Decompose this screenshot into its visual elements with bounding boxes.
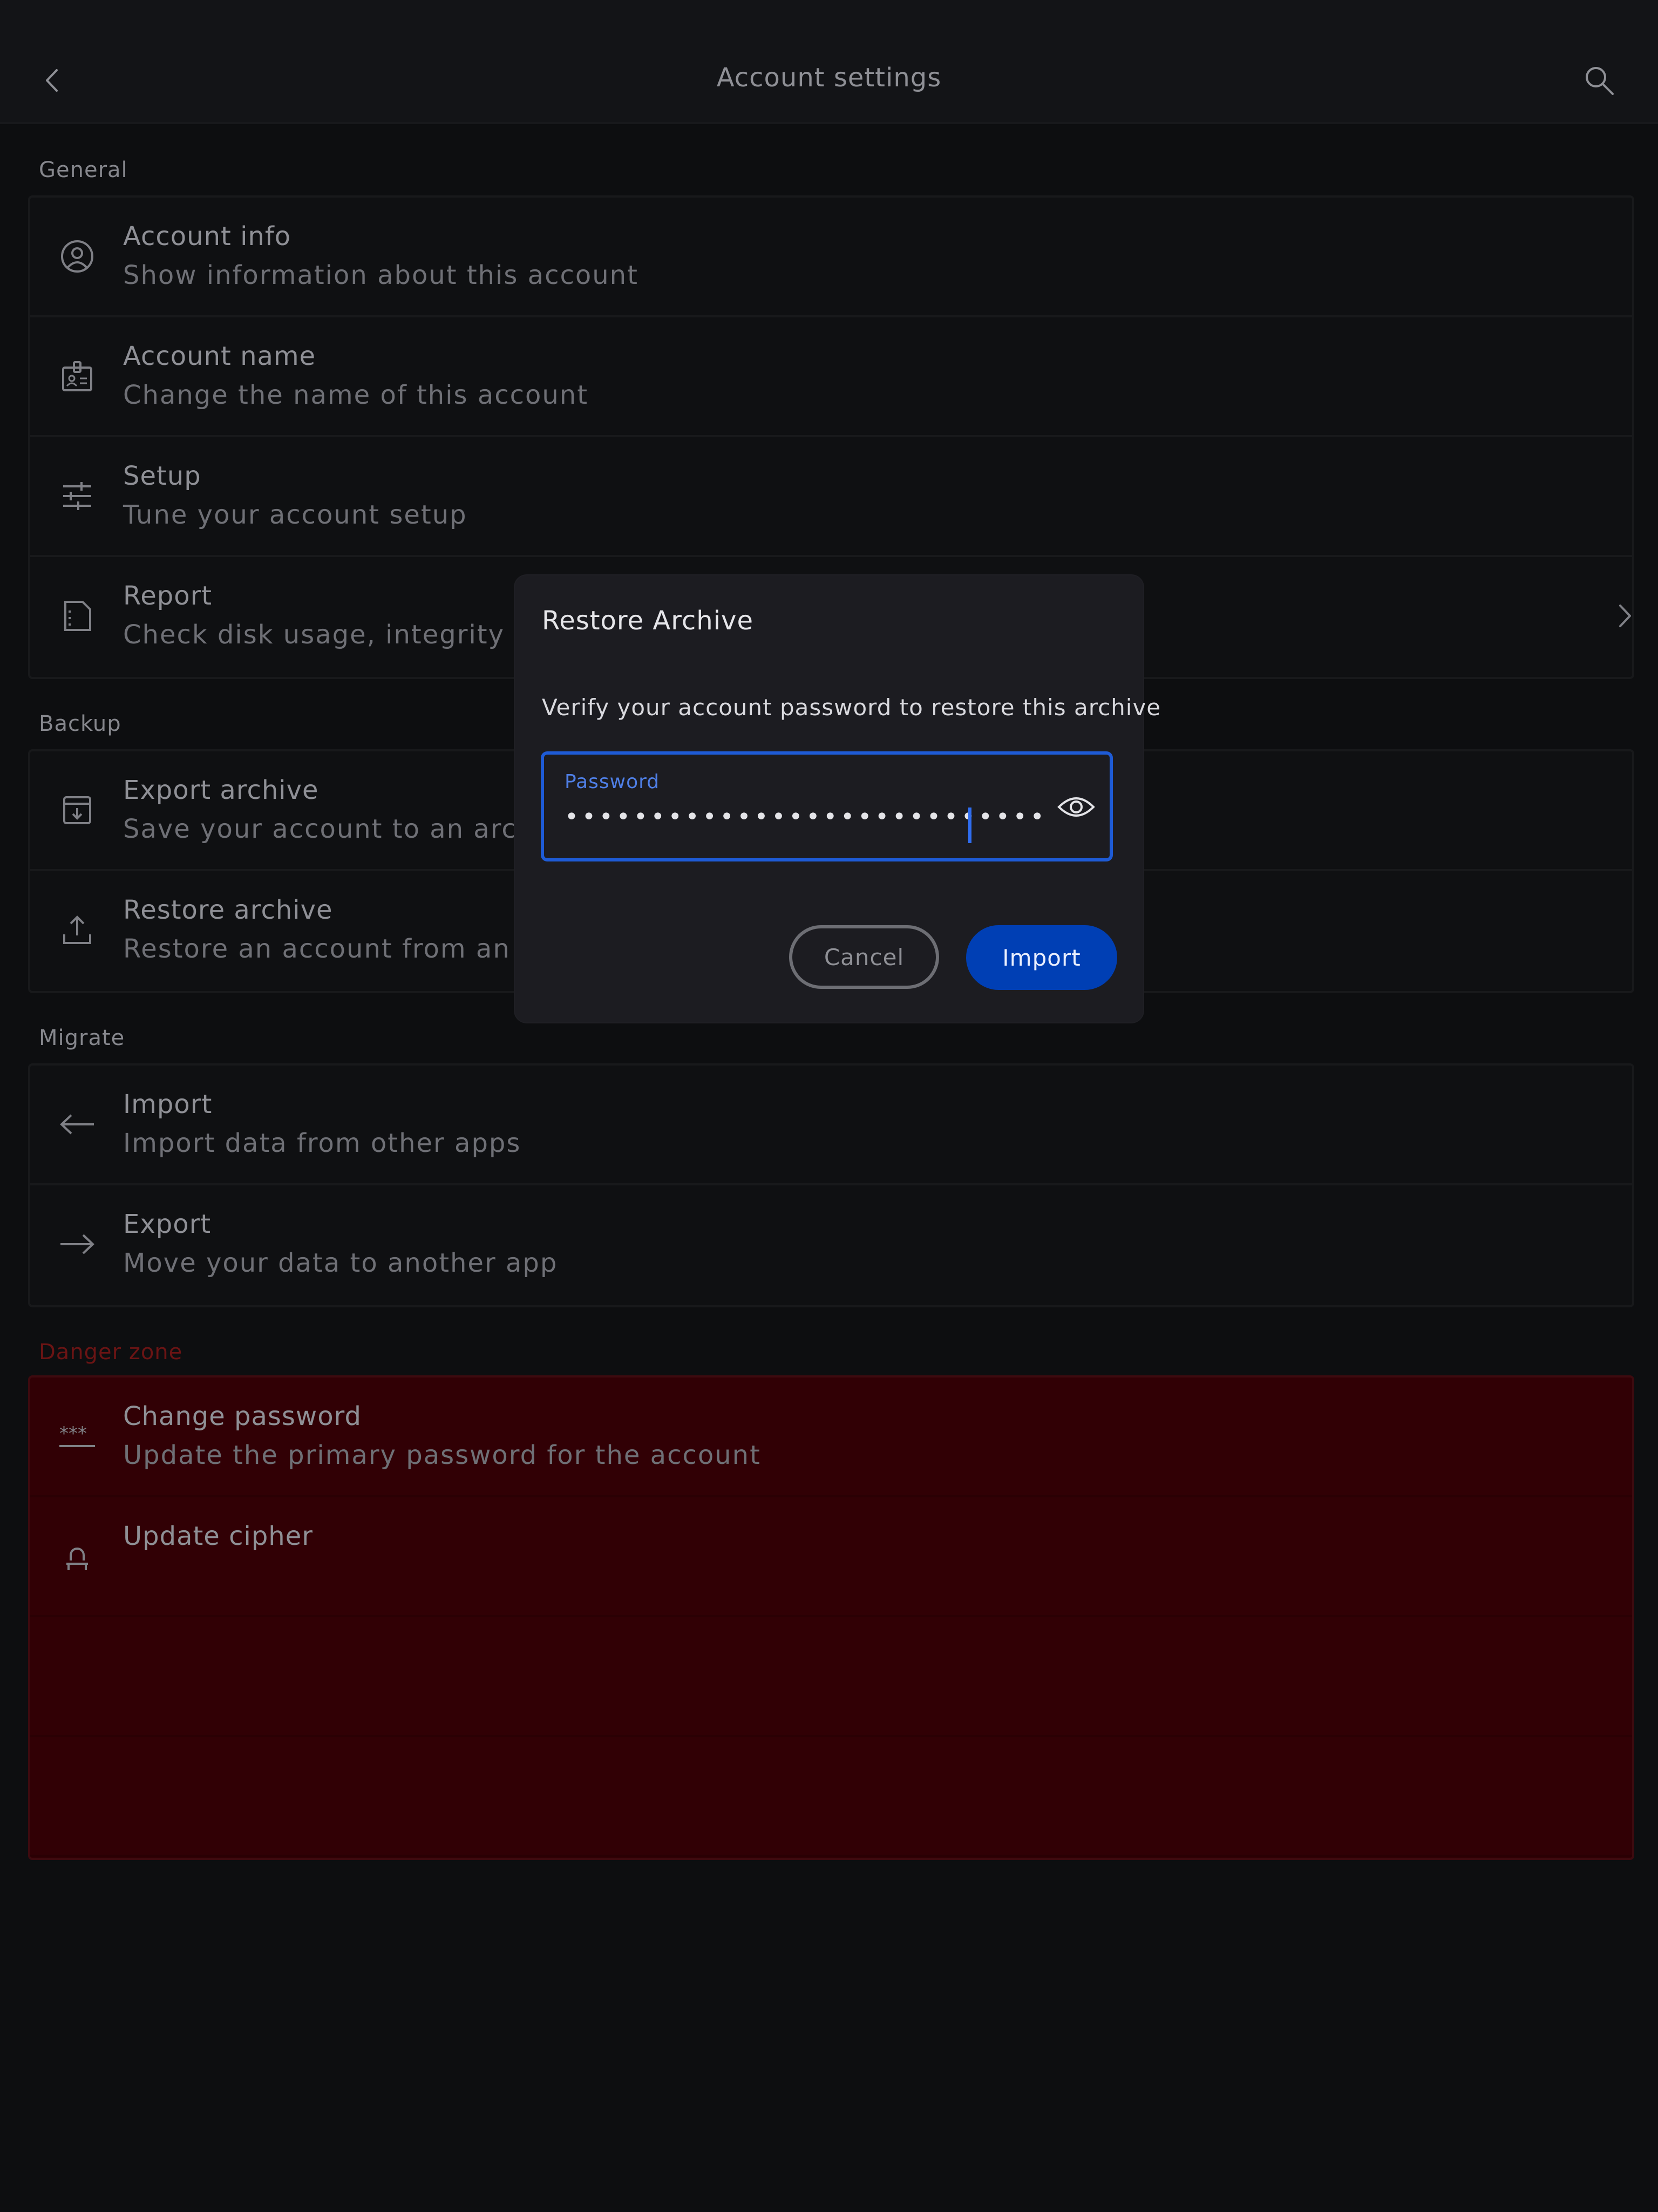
search-button[interactable] [1575,56,1623,105]
item-title: Export [123,1209,212,1239]
show-password-toggle[interactable] [1055,788,1098,826]
item-title: Account name [123,341,316,371]
item-subtitle: Change the name of this account [123,380,589,410]
sliders-icon [57,476,97,516]
password-label: Password [565,771,660,793]
item-title: Import [123,1089,213,1119]
dialog-title: Restore Archive [542,606,753,636]
password-field[interactable]: Password •••••••••••••••••••••••••••• [541,751,1113,861]
app-header: Account settings [0,0,1658,124]
item-subtitle: Update the primary password for the acco… [123,1440,761,1470]
badge-icon [57,356,97,396]
page-title: Account settings [716,63,942,93]
item-subtitle: Tune your account setup [123,500,467,530]
item-subtitle: Import data from other apps [123,1128,521,1158]
settings-item-export[interactable]: Export Move your data to another app [30,1185,1632,1303]
item-title: Export archive [123,775,319,805]
account-settings-page: Account settings General Account info Sh… [0,0,1658,2212]
upload-icon [57,910,97,950]
item-title: Update cipher [123,1521,313,1551]
section-label-migrate: Migrate [39,1026,125,1050]
section-label-general: General [39,158,128,182]
item-title: Account info [123,221,291,252]
arrow-left-icon [57,1104,97,1144]
cancel-button[interactable]: Cancel [789,925,939,989]
restore-archive-dialog: Restore Archive Verify your account pass… [515,575,1160,1022]
eye-icon [1057,797,1095,817]
item-title: Report [123,581,213,611]
settings-item-change-password[interactable]: *** Change password Update the primary p… [30,1378,1632,1497]
item-title: Change password [123,1401,362,1431]
document-icon [57,596,97,636]
item-title: Restore archive [123,895,333,925]
section-label-danger-zone: Danger zone [39,1340,183,1365]
item-subtitle: Move your data to another app [123,1248,558,1278]
search-icon [1586,67,1614,95]
user-circle-icon [57,236,97,276]
settings-item-account-info[interactable]: Account info Show information about this… [30,198,1632,317]
item-subtitle: Show information about this account [123,260,638,290]
danger-placeholder-row [30,1617,1632,1737]
text-caret [968,808,971,843]
settings-item-setup[interactable]: Setup Tune your account setup [30,437,1632,557]
migrate-card: Import Import data from other apps Expor… [28,1063,1634,1307]
chevron-right-icon [1606,597,1632,635]
danger-zone-card: *** Change password Update the primary p… [28,1375,1634,1860]
item-subtitle: Check disk usage, integrity and [123,620,566,650]
dialog-message: Verify your account password to restore … [542,694,1161,721]
arrow-right-icon [57,1224,97,1264]
svg-text:***: *** [59,1423,87,1444]
lock-icon [57,1536,97,1576]
danger-placeholder-row [30,1737,1632,1857]
archive-download-icon [57,790,97,830]
password-input[interactable]: •••••••••••••••••••••••••••• [565,803,1048,831]
import-button[interactable]: Import [966,925,1117,990]
item-title: Setup [123,461,201,491]
password-icon: *** [57,1416,97,1456]
item-subtitle: Save your account to an archive [123,814,576,844]
settings-item-update-cipher[interactable]: Update cipher [30,1497,1632,1617]
item-subtitle: Restore an account from an ar [123,934,549,964]
settings-item-account-name[interactable]: Account name Change the name of this acc… [30,317,1632,437]
settings-item-import[interactable]: Import Import data from other apps [30,1066,1632,1185]
section-label-backup: Backup [39,711,121,736]
